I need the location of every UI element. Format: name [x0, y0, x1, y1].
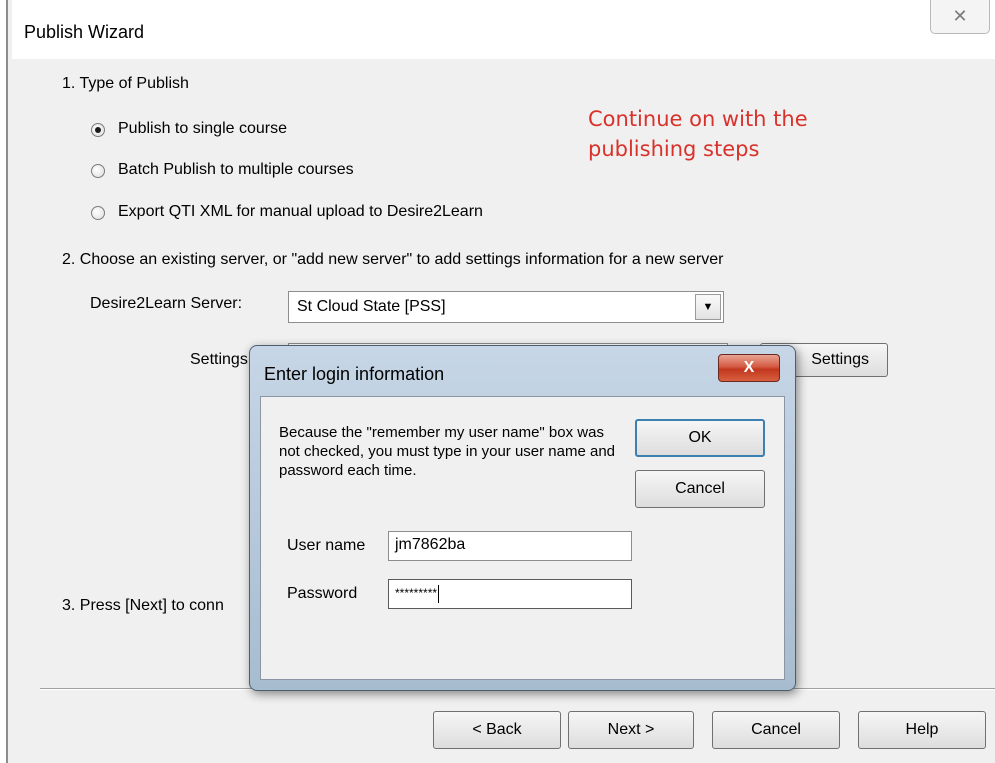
- dialog-cancel-button[interactable]: Cancel: [635, 470, 765, 508]
- annotation-note: Continue on with the publishing steps: [588, 104, 888, 164]
- login-dialog: Enter login information X Because the "r…: [249, 345, 796, 691]
- annotation-line2: publishing steps: [588, 137, 760, 161]
- password-value: *********: [395, 586, 438, 600]
- server-select-value: St Cloud State [PSS]: [297, 298, 446, 315]
- server-select[interactable]: St Cloud State [PSS] ▼: [288, 291, 724, 323]
- settings-label: Settings: [190, 351, 248, 368]
- section2-heading: 2. Choose an existing server, or "add ne…: [62, 251, 724, 268]
- next-button-label: Next >: [607, 721, 655, 738]
- ok-button-label: OK: [688, 429, 712, 446]
- server-label: Desire2Learn Server:: [90, 295, 243, 312]
- help-button-label: Help: [905, 721, 939, 738]
- ok-button[interactable]: OK: [635, 419, 765, 457]
- login-dialog-close-button[interactable]: X: [718, 354, 780, 382]
- password-input[interactable]: *********: [388, 579, 632, 609]
- cancel-button[interactable]: Cancel: [712, 711, 840, 749]
- chevron-down-icon[interactable]: ▼: [695, 294, 721, 320]
- radio-batch-publish-label[interactable]: Batch Publish to multiple courses: [118, 161, 354, 179]
- text-caret: [438, 584, 440, 603]
- window-close-button[interactable]: ✕: [930, 0, 990, 34]
- radio-single-course[interactable]: [91, 123, 105, 137]
- radio-export-qti[interactable]: [91, 206, 105, 220]
- login-dialog-body: Because the "remember my user name" box …: [260, 396, 785, 680]
- radio-batch-publish[interactable]: [91, 164, 105, 178]
- username-label: User name: [287, 537, 366, 554]
- back-button[interactable]: < Back: [433, 711, 561, 749]
- password-label: Password: [287, 585, 358, 602]
- close-icon: X: [743, 359, 755, 376]
- settings-button-label: Settings: [811, 351, 869, 368]
- login-dialog-title: Enter login information: [264, 364, 445, 384]
- username-input[interactable]: jm7862ba: [388, 531, 632, 561]
- help-button[interactable]: Help: [858, 711, 986, 749]
- window-title: Publish Wizard: [24, 22, 145, 42]
- dialog-cancel-button-label: Cancel: [675, 480, 725, 497]
- section3-heading: 3. Press [Next] to conn: [62, 597, 224, 614]
- window-left-border: [0, 0, 12, 763]
- section1-heading: 1. Type of Publish: [62, 75, 189, 92]
- cancel-button-label: Cancel: [751, 721, 801, 738]
- username-value: jm7862ba: [395, 536, 466, 553]
- title-bar: Publish Wizard: [0, 0, 995, 60]
- radio-export-qti-label[interactable]: Export QTI XML for manual upload to Desi…: [118, 203, 483, 221]
- next-button[interactable]: Next >: [568, 711, 694, 749]
- back-button-label: < Back: [472, 721, 522, 738]
- radio-single-course-label[interactable]: Publish to single course: [118, 120, 287, 138]
- annotation-line1: Continue on with the: [588, 107, 808, 131]
- close-icon: ✕: [952, 6, 968, 26]
- login-message: Because the "remember my user name" box …: [279, 424, 616, 479]
